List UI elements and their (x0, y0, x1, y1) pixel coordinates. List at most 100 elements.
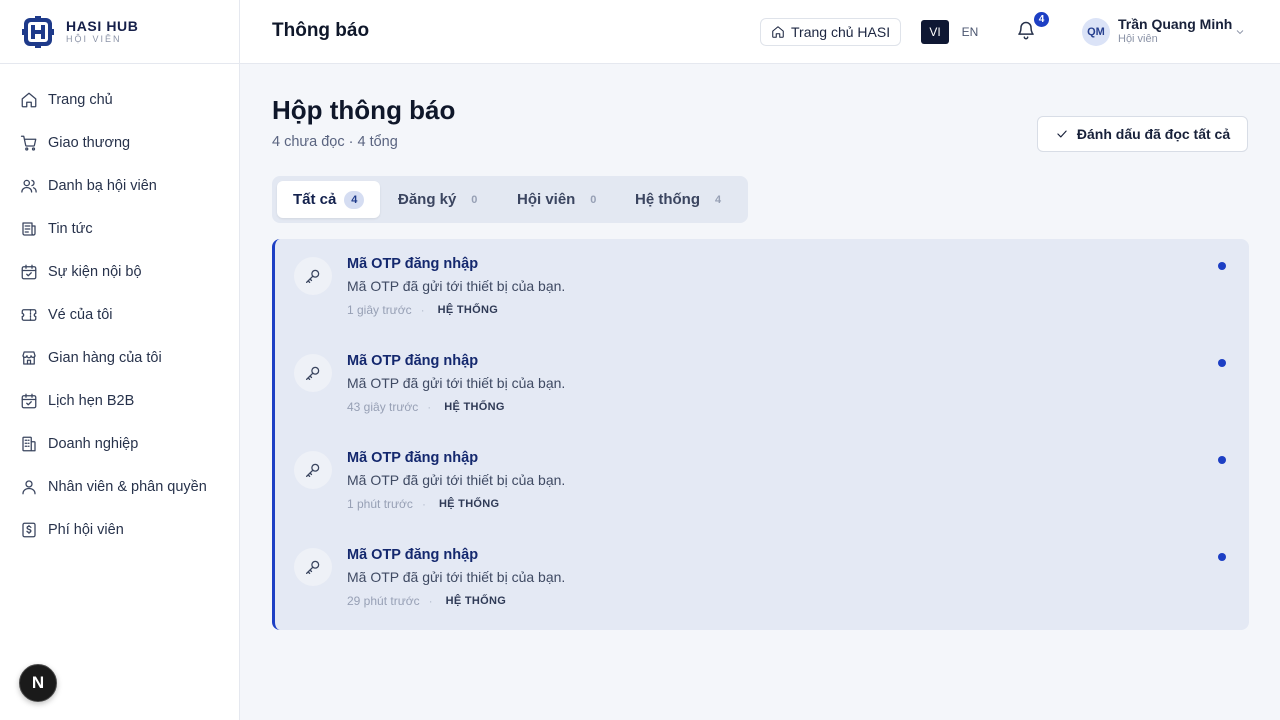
sidebar-item-b2b-appointments[interactable]: Lịch hẹn B2B (0, 379, 239, 422)
notification-item[interactable]: Mã OTP đăng nhập Mã OTP đã gửi tới thiết… (275, 530, 1249, 627)
tab-system[interactable]: Hệ thống 4 (635, 181, 745, 218)
tab-member[interactable]: Hội viên 0 (517, 181, 617, 218)
building-icon (22, 436, 36, 451)
news-icon (22, 221, 36, 236)
sidebar-item-membership-fee[interactable]: Phí hội viên (0, 508, 239, 551)
notification-item[interactable]: Mã OTP đăng nhập Mã OTP đã gửi tới thiết… (275, 336, 1249, 433)
home-icon (772, 26, 784, 38)
sidebar: HASI HUB HỘI VIÊN Trang chủ Giao thương … (0, 0, 240, 720)
sidebar-item-label: Vé của tôi (48, 306, 113, 323)
sidebar-item-trade[interactable]: Giao thương (0, 121, 239, 164)
sidebar-item-label: Tin tức (48, 220, 93, 237)
hasi-home-label: Trang chủ HASI (791, 24, 891, 40)
notification-count-badge: 4 (1033, 11, 1050, 28)
top-header: Thông báo Trang chủ HASI VI EN 4 QM Trần… (240, 0, 1280, 64)
sidebar-item-member-directory[interactable]: Danh bạ hội viên (0, 164, 239, 207)
tab-label: Tất cả (293, 191, 337, 208)
sidebar-item-business[interactable]: Doanh nghiệp (0, 422, 239, 465)
notification-meta: 1 phút trước · HỆ THỐNG (347, 497, 503, 511)
tab-registration[interactable]: Đăng ký 0 (398, 181, 498, 218)
dollar-icon (22, 522, 36, 537)
notification-title: Mã OTP đăng nhập (347, 256, 479, 272)
notifications-bell-button[interactable]: 4 (1016, 11, 1050, 44)
user-menu-toggle[interactable] (1234, 25, 1248, 39)
sidebar-item-label: Sự kiện nội bộ (48, 263, 142, 280)
meta-separator: · (427, 400, 432, 414)
notification-time: 1 giây trước (347, 303, 412, 317)
sidebar-nav: Trang chủ Giao thương Danh bạ hội viên T… (0, 64, 239, 551)
unread-indicator (1218, 262, 1226, 270)
sidebar-item-home[interactable]: Trang chủ (0, 78, 239, 121)
language-vi-button[interactable]: VI (921, 20, 949, 44)
sidebar-item-label: Giao thương (48, 134, 131, 151)
calendar-check-icon (21, 393, 37, 408)
notification-category-tag: HỆ THỐNG (438, 498, 500, 510)
notification-title: Mã OTP đăng nhập (347, 547, 479, 563)
notification-category-tag: HỆ THỐNG (444, 401, 505, 413)
notification-item[interactable]: Mã OTP đăng nhập Mã OTP đã gửi tới thiết… (275, 433, 1249, 530)
hasi-home-button[interactable]: Trang chủ HASI (760, 18, 902, 46)
calendar-icon (21, 264, 37, 279)
brand[interactable]: HASI HUB HỘI VIÊN (0, 0, 239, 64)
sidebar-item-my-tickets[interactable]: Vé của tôi (0, 293, 239, 336)
tab-label: Đăng ký (398, 191, 457, 208)
cart-icon (20, 135, 37, 151)
notification-meta: 43 giây trước · HỆ THỐNG (347, 400, 509, 414)
header-title: Thông báo (272, 20, 370, 41)
user-avatar[interactable]: QM (1082, 18, 1110, 46)
brand-name: HASI HUB (66, 18, 139, 34)
notification-time: 43 giây trước (347, 400, 419, 414)
notification-icon-wrap (294, 354, 332, 392)
notification-item[interactable]: Mã OTP đăng nhập Mã OTP đã gửi tới thiết… (275, 239, 1249, 336)
key-icon (305, 560, 320, 575)
store-icon (22, 350, 36, 365)
key-icon (305, 463, 320, 478)
notification-list: Mã OTP đăng nhập Mã OTP đã gửi tới thiết… (272, 239, 1249, 630)
tab-count: 4 (344, 190, 365, 209)
sidebar-item-label: Nhân viên & phân quyền (48, 478, 207, 495)
home-icon (21, 92, 37, 107)
notification-body: Mã OTP đã gửi tới thiết bị của bạn. (347, 569, 566, 585)
user-role: Hội viên (1118, 33, 1158, 45)
tab-count: 4 (714, 193, 722, 206)
users-icon (21, 179, 37, 193)
tab-label: Hội viên (517, 191, 576, 208)
brand-subtitle: HỘI VIÊN (66, 34, 122, 44)
key-icon (305, 366, 320, 381)
hasi-logo-icon (22, 15, 54, 48)
sidebar-item-label: Doanh nghiệp (48, 435, 139, 452)
notification-category-tag: HỆ THỐNG (445, 595, 507, 607)
notification-category-tag: HỆ THỐNG (437, 304, 499, 316)
unread-indicator (1218, 553, 1226, 561)
sidebar-item-label: Lịch hẹn B2B (48, 392, 135, 409)
tab-count: 0 (471, 193, 478, 206)
check-icon (1057, 130, 1067, 138)
notification-body: Mã OTP đã gửi tới thiết bị của bạn. (347, 278, 566, 294)
user-name[interactable]: Trần Quang Minh (1118, 16, 1232, 32)
notification-body: Mã OTP đã gửi tới thiết bị của bạn. (347, 472, 566, 488)
sidebar-item-my-store[interactable]: Gian hàng của tôi (0, 336, 239, 379)
language-en-button[interactable]: EN (956, 20, 984, 44)
notification-body: Mã OTP đã gửi tới thiết bị của bạn. (347, 375, 566, 391)
sidebar-item-staff-permissions[interactable]: Nhân viên & phân quyền (0, 465, 239, 508)
sidebar-item-label: Phí hội viên (48, 521, 124, 538)
sidebar-item-internal-events[interactable]: Sự kiện nội bộ (0, 250, 239, 293)
unread-summary: 4 chưa đọc · 4 tổng (272, 134, 398, 150)
notification-icon-wrap (294, 451, 332, 489)
dev-tools-badge[interactable]: N (19, 664, 57, 702)
notification-meta: 29 phút trước · HỆ THỐNG (347, 594, 510, 608)
tab-label: Hệ thống (635, 191, 700, 208)
notification-meta: 1 giây trước · HỆ THỐNG (347, 303, 502, 317)
mark-all-read-button[interactable]: Đánh dấu đã đọc tất cả (1037, 116, 1248, 152)
notification-title: Mã OTP đăng nhập (347, 450, 479, 466)
page-title: Hộp thông báo (272, 95, 456, 125)
sidebar-item-label: Trang chủ (48, 91, 113, 108)
sidebar-item-news[interactable]: Tin tức (0, 207, 239, 250)
meta-separator: · (421, 497, 426, 511)
notification-time: 1 phút trước (347, 497, 413, 511)
tab-all[interactable]: Tất cả 4 (277, 181, 380, 218)
ticket-icon (21, 308, 37, 321)
mark-all-read-label: Đánh dấu đã đọc tất cả (1076, 126, 1231, 142)
notification-icon-wrap (294, 548, 332, 586)
meta-separator: · (420, 303, 425, 317)
